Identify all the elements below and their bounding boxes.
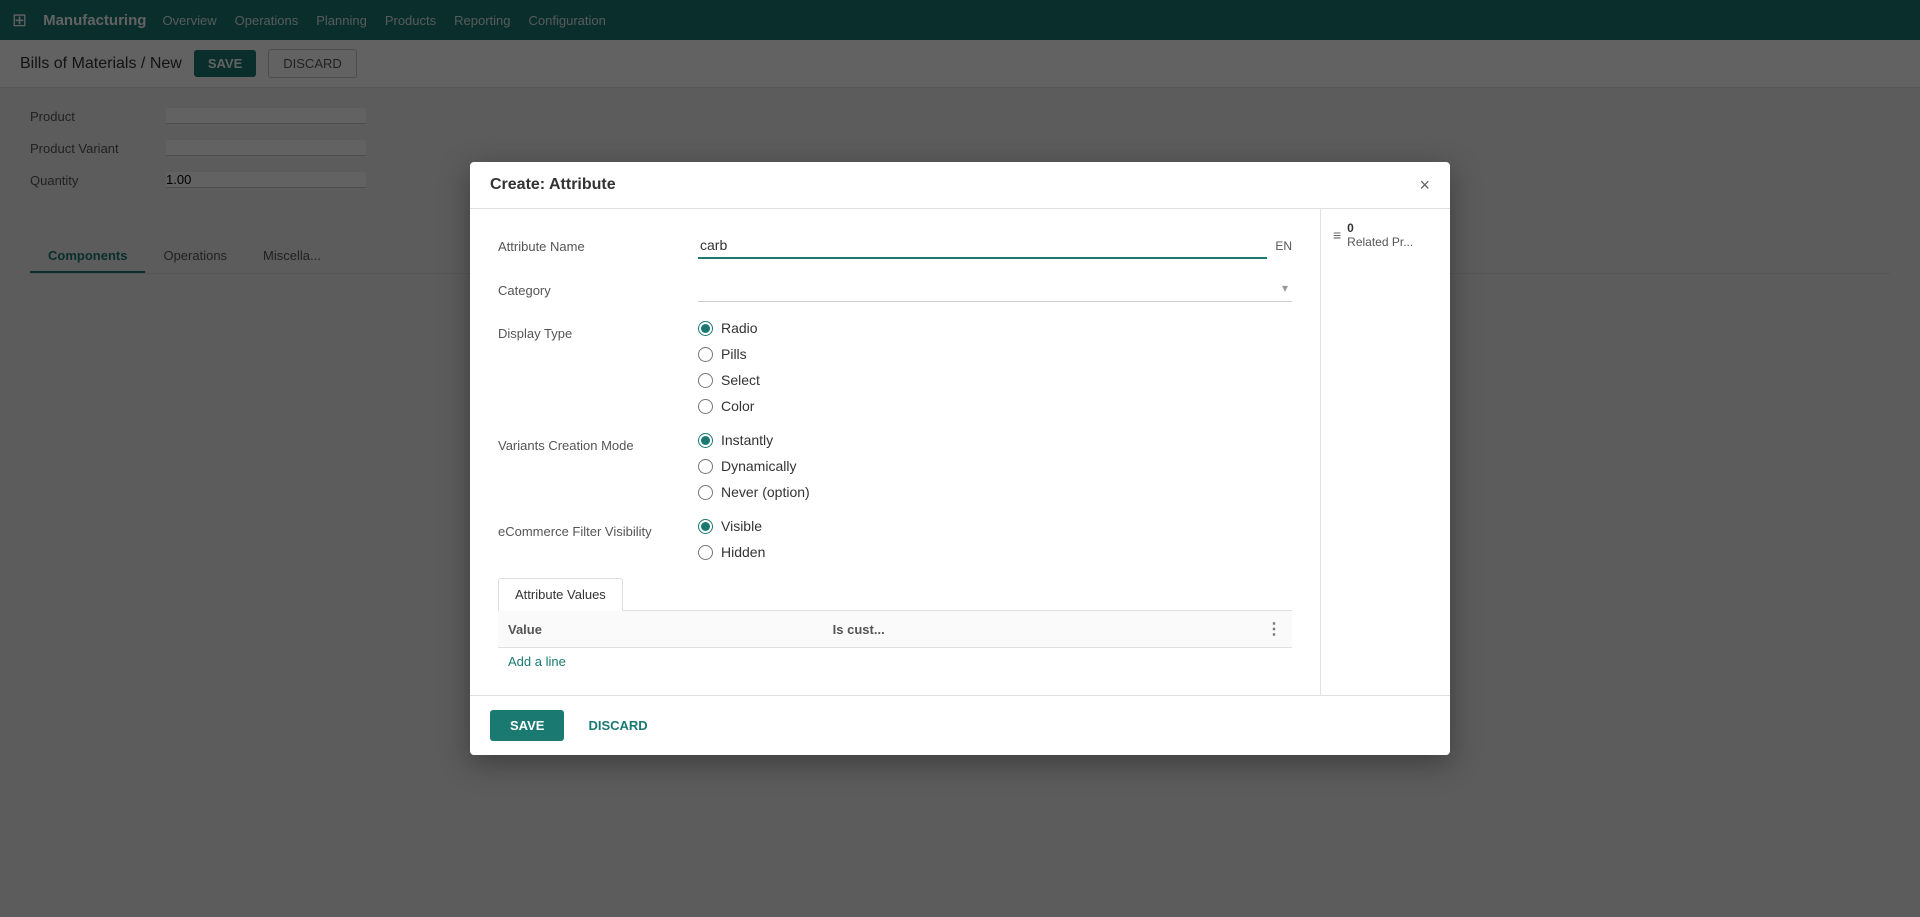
display-type-select-input[interactable] [698, 373, 713, 388]
ecommerce-hidden-radio: Hidden [698, 544, 1292, 560]
ecommerce-visible-input[interactable] [698, 519, 713, 534]
display-type-content: Radio Pills Select [698, 320, 1292, 414]
attr-tab-bar: Attribute Values [498, 578, 1292, 611]
ecommerce-visible-radio: Visible [698, 518, 1292, 534]
ecommerce-radio-group: Visible Hidden [698, 518, 1292, 560]
display-type-radio-radio: Radio [698, 320, 1292, 336]
modal-footer: SAVE DISCARD [470, 695, 1450, 755]
col-value-header: Value [498, 611, 823, 648]
variants-dynamically-radio: Dynamically [698, 458, 1292, 474]
display-type-color-input[interactable] [698, 399, 713, 414]
variants-never-label[interactable]: Never (option) [721, 484, 810, 500]
display-type-select-label[interactable]: Select [721, 372, 760, 388]
attribute-values-table: Value Is cust... ⋮ [498, 611, 1292, 648]
related-products-button[interactable]: ≡ 0 Related Pr... [1333, 221, 1438, 249]
modal-body: Attribute Name EN Category [470, 209, 1450, 695]
ecommerce-hidden-input[interactable] [698, 545, 713, 560]
add-value-line-link[interactable]: Add a line [498, 648, 576, 675]
table-more-icon[interactable]: ⋮ [1266, 621, 1282, 638]
language-badge: EN [1275, 239, 1292, 253]
variants-never-input[interactable] [698, 485, 713, 500]
variants-instantly-radio: Instantly [698, 432, 1292, 448]
modal-sidebar: ≡ 0 Related Pr... [1320, 209, 1450, 695]
attribute-name-content: EN [698, 233, 1292, 259]
display-type-pills-radio: Pills [698, 346, 1292, 362]
variants-creation-label: Variants Creation Mode [498, 432, 698, 453]
modal-header: Create: Attribute × [470, 162, 1450, 209]
modal-main-content: Attribute Name EN Category [470, 209, 1320, 695]
ecommerce-filter-field: eCommerce Filter Visibility Visible Hidd… [498, 518, 1292, 560]
variants-never-radio: Never (option) [698, 484, 1292, 500]
variants-instantly-label[interactable]: Instantly [721, 432, 773, 448]
variants-creation-content: Instantly Dynamically Never (option) [698, 432, 1292, 500]
attribute-name-label: Attribute Name [498, 233, 698, 254]
attribute-values-section: Attribute Values Value Is cust... ⋮ [498, 578, 1292, 675]
modal-overlay: Create: Attribute × Attribute Name EN [0, 0, 1920, 917]
display-type-radio-input[interactable] [698, 321, 713, 336]
variants-creation-radio-group: Instantly Dynamically Never (option) [698, 432, 1292, 500]
ecommerce-hidden-label[interactable]: Hidden [721, 544, 765, 560]
display-type-pills-input[interactable] [698, 347, 713, 362]
display-type-field: Display Type Radio Pills [498, 320, 1292, 414]
related-count: 0 [1347, 221, 1413, 235]
variants-dynamically-input[interactable] [698, 459, 713, 474]
display-type-color-label[interactable]: Color [721, 398, 754, 414]
display-type-pills-label[interactable]: Pills [721, 346, 747, 362]
category-field: Category [498, 277, 1292, 302]
ecommerce-visible-label[interactable]: Visible [721, 518, 762, 534]
variants-dynamically-label[interactable]: Dynamically [721, 458, 796, 474]
create-attribute-modal: Create: Attribute × Attribute Name EN [470, 162, 1450, 755]
variants-creation-field: Variants Creation Mode Instantly Dynamic… [498, 432, 1292, 500]
display-type-select-radio: Select [698, 372, 1292, 388]
variants-instantly-input[interactable] [698, 433, 713, 448]
col-is-custom-header: Is cust... [823, 611, 1256, 648]
related-label: Related Pr... [1347, 235, 1413, 249]
category-label: Category [498, 277, 698, 298]
display-type-label: Display Type [498, 320, 698, 341]
category-content [698, 277, 1292, 302]
display-type-radio-label[interactable]: Radio [721, 320, 758, 336]
modal-save-button[interactable]: SAVE [490, 710, 564, 741]
modal-title: Create: Attribute [490, 176, 616, 194]
attr-values-tab[interactable]: Attribute Values [498, 578, 623, 611]
ecommerce-filter-label: eCommerce Filter Visibility [498, 518, 698, 539]
category-select[interactable] [698, 277, 1292, 302]
hamburger-icon: ≡ [1333, 227, 1341, 243]
modal-close-button[interactable]: × [1419, 176, 1430, 194]
attribute-name-field: Attribute Name EN [498, 233, 1292, 259]
ecommerce-filter-content: Visible Hidden [698, 518, 1292, 560]
display-type-color-radio: Color [698, 398, 1292, 414]
display-type-radio-group: Radio Pills Select [698, 320, 1292, 414]
modal-discard-button[interactable]: DISCARD [576, 710, 659, 741]
attribute-name-input[interactable] [698, 233, 1267, 259]
